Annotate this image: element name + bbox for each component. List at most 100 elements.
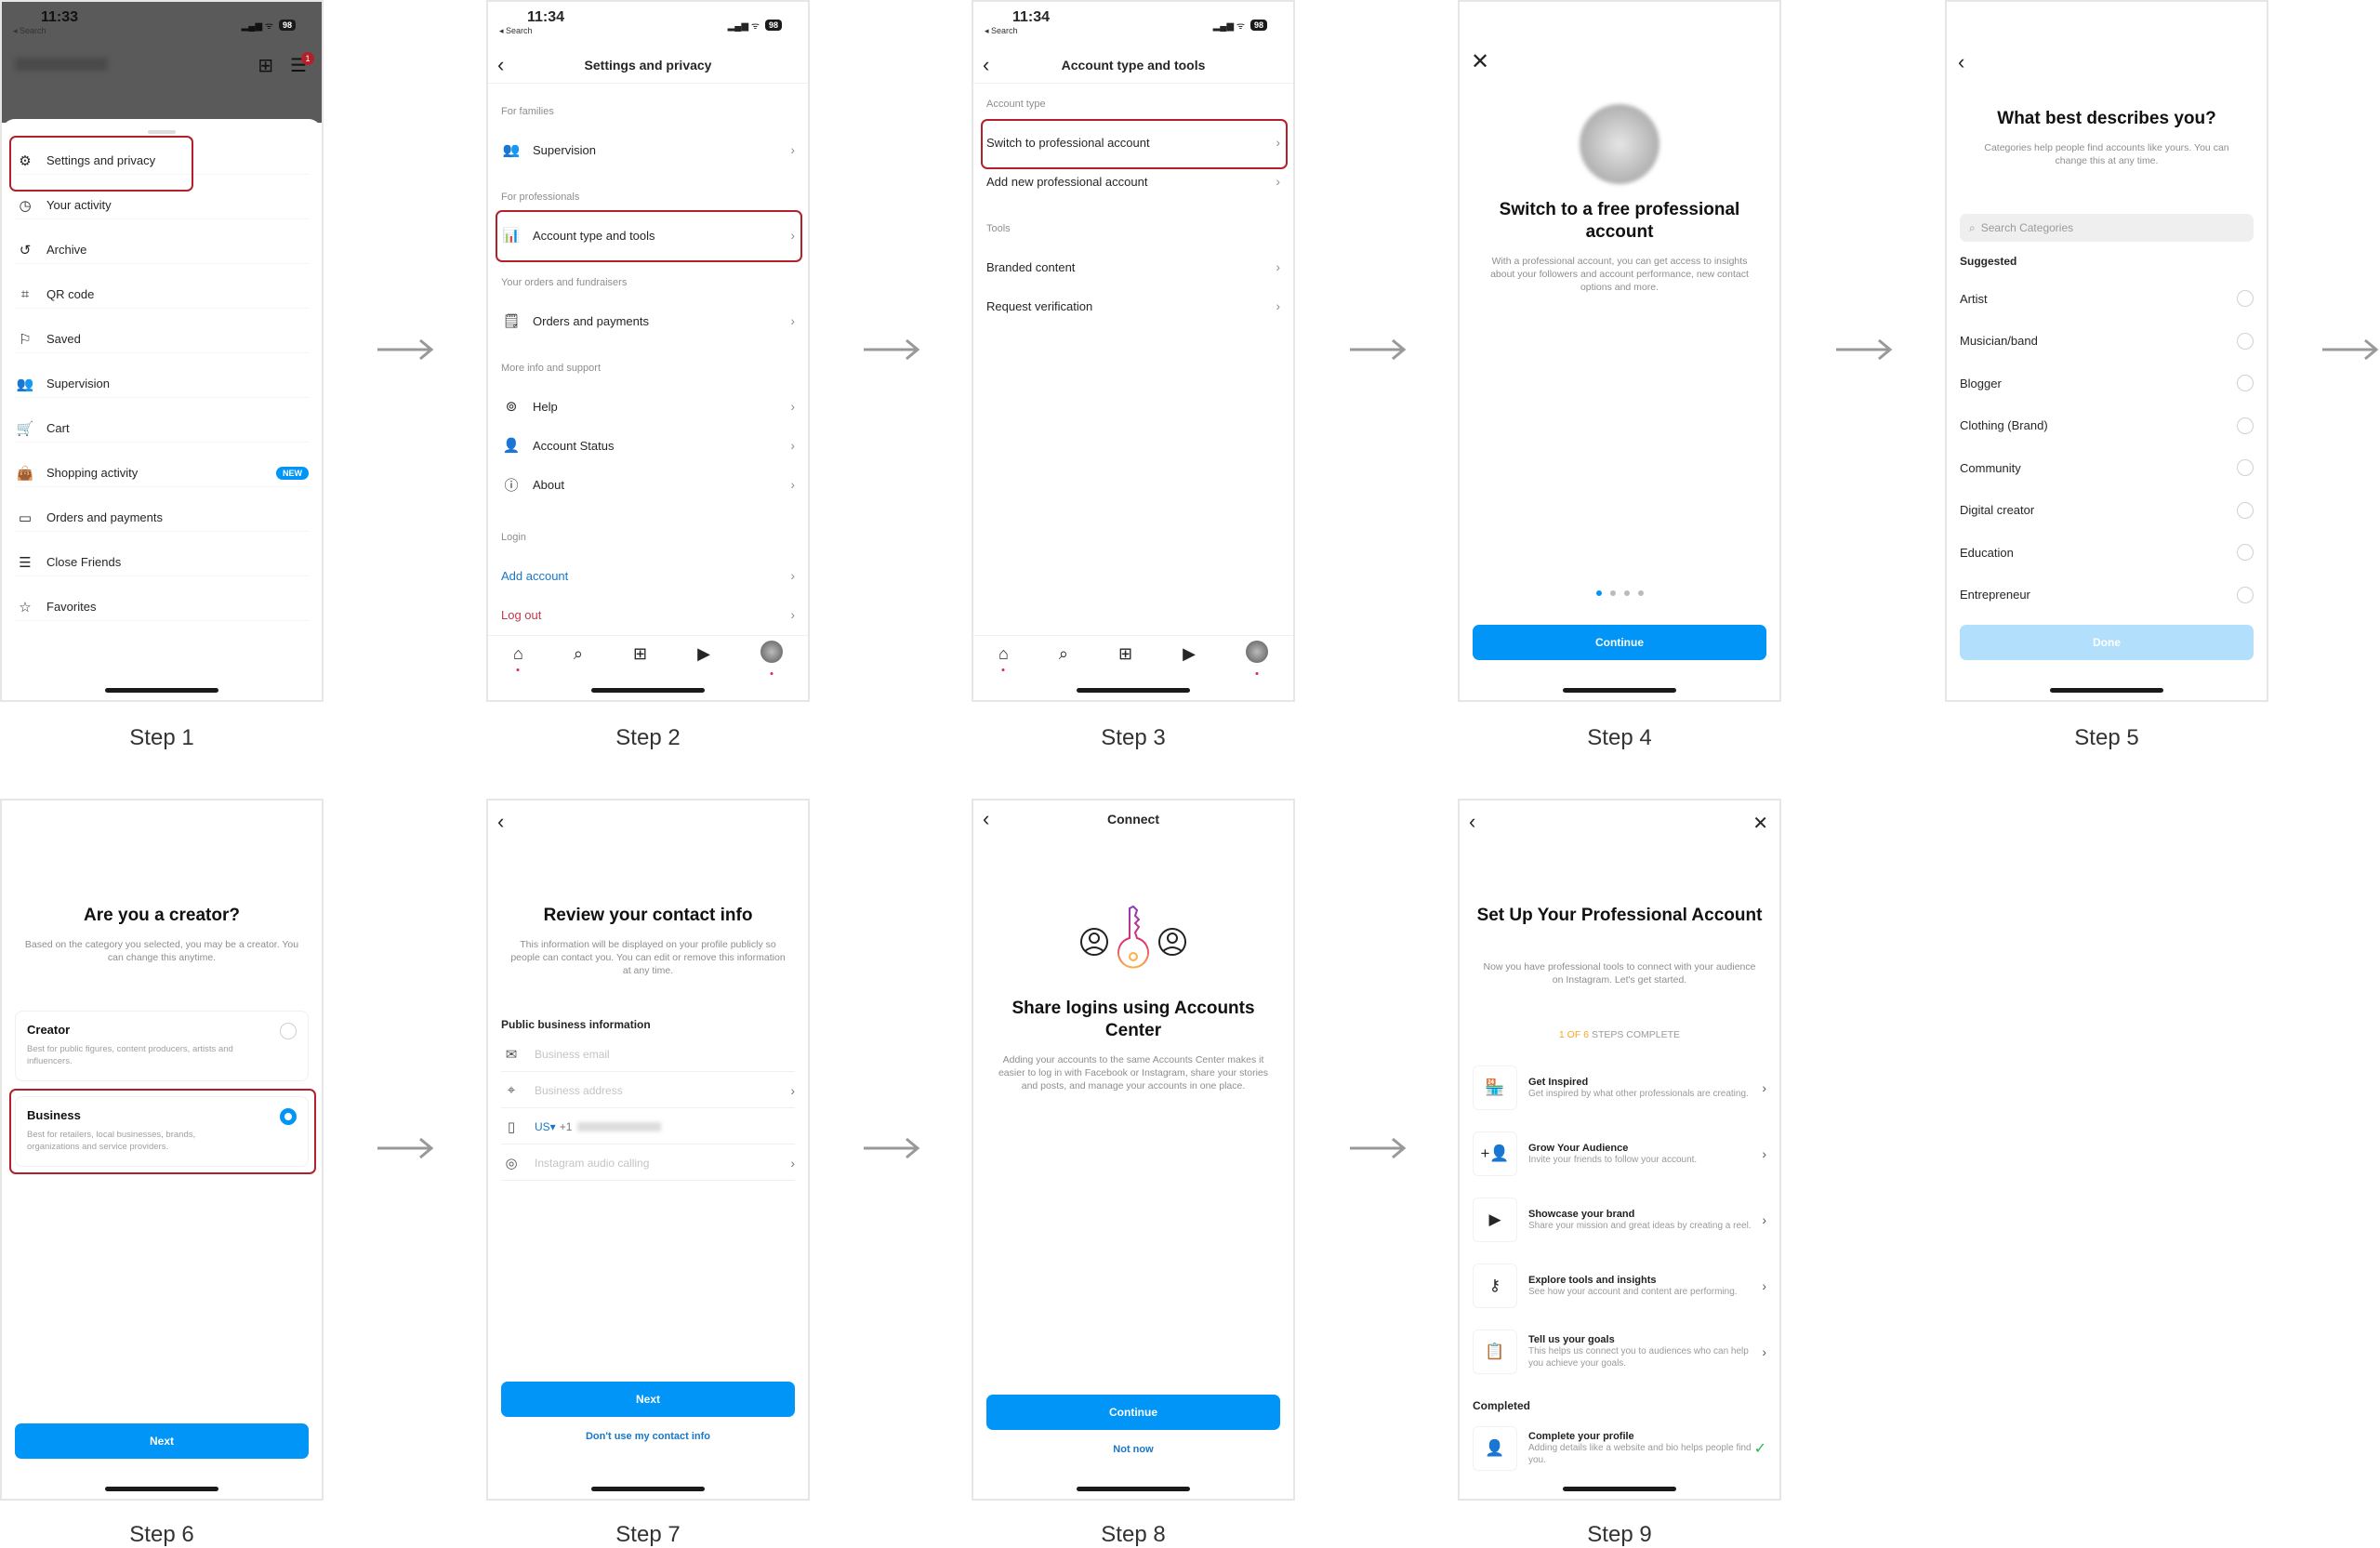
country-selector[interactable]: US▾ — [535, 1120, 556, 1133]
menu-item[interactable]: ⚐ Saved — [15, 325, 309, 353]
back-chevron-icon[interactable]: ‹ — [1469, 810, 1475, 834]
settings-item-supervision[interactable]: 👥 Supervision › — [501, 136, 795, 164]
chevron-right-icon: › — [1762, 1146, 1766, 1161]
setup-task[interactable]: +👤 Grow Your Audience Invite your friends … — [1473, 1129, 1766, 1179]
request-verification-item[interactable]: Request verification › — [986, 292, 1280, 320]
task-description: This helps us connect you to audiences w… — [1528, 1346, 1749, 1369]
task-title: Showcase your brand — [1528, 1208, 1635, 1220]
done-button[interactable]: Done — [1960, 625, 2254, 660]
info-icon: ⓘ — [504, 477, 519, 494]
menu-item[interactable]: 👜 Shopping activity NEW — [15, 459, 309, 487]
category-option[interactable]: Musician/band — [1960, 327, 2254, 355]
home-icon[interactable]: ⌂ — [998, 644, 1009, 671]
back-to-search[interactable]: ◂ Search — [499, 26, 533, 36]
radio-unselected[interactable] — [2237, 290, 2254, 307]
item-label: Supervision — [533, 142, 596, 157]
radio-unselected[interactable] — [280, 1023, 297, 1039]
settings-item-help[interactable]: ⊚ Help › — [501, 392, 795, 420]
menu-item[interactable]: ↺ Archive — [15, 236, 309, 264]
back-chevron-icon[interactable]: ‹ — [497, 46, 504, 84]
category-option[interactable]: Entrepreneur — [1960, 581, 2254, 609]
sheet-handle[interactable] — [148, 130, 176, 134]
menu-item[interactable]: ⌗ QR code — [15, 281, 309, 309]
radio-unselected[interactable] — [2237, 375, 2254, 391]
settings-item-account-status[interactable]: 👤 Account Status › — [501, 431, 795, 459]
menu-item[interactable]: ◷ Your activity — [15, 192, 309, 219]
branded-content-item[interactable]: Branded content › — [986, 253, 1280, 281]
home-icon[interactable]: ⌂ — [513, 644, 523, 671]
menu-item[interactable]: ☆ Favorites — [15, 593, 309, 621]
status-icons: ▂▄▆ ᯤ 98 — [242, 19, 296, 32]
menu-item[interactable]: ☰ Close Friends — [15, 549, 309, 576]
radio-unselected[interactable] — [2237, 586, 2254, 603]
chevron-right-icon: › — [790, 438, 795, 453]
settings-item-about[interactable]: ⓘ About › — [501, 470, 795, 498]
nav-header: ‹ Account type and tools — [973, 46, 1293, 84]
close-icon[interactable]: ✕ — [1471, 48, 1489, 75]
next-button[interactable]: Next — [15, 1423, 309, 1459]
business-email-field[interactable]: ✉ Business email — [501, 1037, 795, 1072]
radio-unselected[interactable] — [2237, 544, 2254, 561]
back-chevron-icon[interactable]: ‹ — [983, 46, 989, 84]
person-icon: 👤 — [502, 438, 521, 454]
step-label: Step 7 — [615, 1522, 681, 1547]
back-to-search[interactable]: ◂ Search — [13, 26, 46, 36]
radio-unselected[interactable] — [2237, 332, 2254, 350]
continue-button[interactable]: Continue — [986, 1395, 1280, 1430]
search-icon[interactable]: ⌕ — [574, 644, 583, 664]
back-chevron-icon[interactable]: ‹ — [983, 800, 989, 838]
back-to-search[interactable]: ◂ Search — [985, 26, 1018, 36]
add-professional-item[interactable]: Add new professional account › — [986, 167, 1280, 195]
profile-avatar[interactable] — [760, 641, 783, 675]
category-label: Artist — [1960, 291, 1988, 306]
search-categories-input[interactable]: ⌕ Search Categories — [1960, 214, 2254, 242]
shopping-bag-icon: 👜 — [16, 465, 34, 482]
menu-item[interactable]: ▭ Orders and payments — [15, 504, 309, 532]
category-option[interactable]: Education — [1960, 538, 2254, 566]
search-icon[interactable]: ⌕ — [1059, 644, 1068, 664]
activity-icon: ◷ — [19, 197, 32, 214]
reels-icon[interactable]: ▶ — [1183, 644, 1196, 664]
business-address-field[interactable]: ⌖ Business address › — [501, 1073, 795, 1108]
close-icon[interactable]: ✕ — [1752, 812, 1768, 835]
page-dot-active — [1595, 590, 1602, 596]
menu-item-label: Close Friends — [46, 555, 122, 569]
back-chevron-icon[interactable]: ‹ — [1958, 50, 1964, 74]
radio-unselected[interactable] — [2237, 501, 2254, 519]
task-title: Tell us your goals — [1528, 1334, 1615, 1345]
setup-task[interactable]: ⚷ Explore tools and insights See how your … — [1473, 1261, 1766, 1311]
create-icon[interactable]: ⊞ — [258, 54, 273, 77]
category-option[interactable]: Community — [1960, 454, 2254, 482]
category-option[interactable]: Digital creator — [1960, 496, 2254, 524]
skip-contact-link[interactable]: Don't use my contact info — [488, 1431, 808, 1442]
menu-item[interactable]: 👥 Supervision — [15, 370, 309, 398]
radio-unselected[interactable] — [2237, 417, 2254, 434]
checkmark-icon: ✓ — [1753, 1441, 1766, 1457]
setup-task[interactable]: ▶ Showcase your brand Share your mission a… — [1473, 1195, 1766, 1245]
log-out-link[interactable]: Log out › — [501, 601, 795, 628]
back-chevron-icon[interactable]: ‹ — [497, 810, 504, 834]
create-icon[interactable]: ⊞ — [1118, 644, 1132, 664]
item-label: Log out — [501, 607, 542, 622]
continue-button[interactable]: Continue — [1473, 625, 1766, 660]
create-icon[interactable]: ⊞ — [633, 644, 647, 664]
not-now-link[interactable]: Not now — [973, 1444, 1293, 1455]
phone-field[interactable]: ▯ US▾ +1 — [501, 1109, 795, 1144]
reels-icon[interactable]: ▶ — [697, 644, 710, 664]
settings-item-orders[interactable]: 🗒 Orders and payments › — [501, 307, 795, 335]
add-account-link[interactable]: Add account › — [501, 562, 795, 589]
next-button[interactable]: Next — [501, 1382, 795, 1417]
category-option[interactable]: Artist — [1960, 284, 2254, 312]
category-option[interactable]: Clothing (Brand) — [1960, 412, 2254, 440]
radio-unselected[interactable] — [2237, 459, 2254, 476]
category-option[interactable]: Blogger — [1960, 369, 2254, 397]
step3-screen: 11:34 ◂ Search ▂▄▆ ᯤ 98 ‹ Account type a… — [972, 0, 1295, 702]
creator-option[interactable]: Creator Best for public figures, content… — [15, 1011, 309, 1081]
setup-task[interactable]: 📋 Tell us your goals This helps us connect… — [1473, 1327, 1766, 1377]
audio-calling-field[interactable]: ◎ Instagram audio calling › — [501, 1145, 795, 1181]
arrow-right-icon — [377, 338, 434, 361]
completed-task[interactable]: 👤 Complete your profile Adding details li… — [1473, 1425, 1766, 1472]
profile-avatar[interactable] — [1245, 641, 1268, 675]
menu-item[interactable]: 🛒 Cart — [15, 415, 309, 443]
setup-task[interactable]: 🏪 Get Inspired Get inspired by what other … — [1473, 1063, 1766, 1113]
